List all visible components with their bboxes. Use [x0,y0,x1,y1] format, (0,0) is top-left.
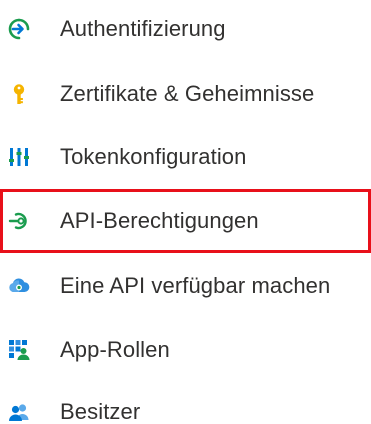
expose-api-cloud-icon [8,275,30,297]
owners-icon [8,401,30,423]
nav-item-label: App-Rollen [60,337,170,362]
nav-item-label: Eine API verfügbar machen [60,273,331,298]
nav-item-label: Besitzer [60,399,141,424]
nav-item-label: Authentifizierung [60,16,226,41]
app-registration-nav-menu: Authentifizierung Zertifikate & Geheimni… [0,0,371,424]
key-icon [8,83,30,105]
authentication-icon [8,18,30,40]
nav-item-label: Zertifikate & Geheimnisse [60,81,315,106]
app-roles-icon [8,339,30,361]
nav-item-authentication[interactable]: Authentifizierung [0,9,371,49]
nav-item-token-configuration[interactable]: Tokenkonfiguration [0,137,371,177]
nav-item-expose-an-api[interactable]: Eine API verfügbar machen [0,266,371,306]
nav-item-app-roles[interactable]: App-Rollen [0,330,371,370]
api-permissions-icon [8,210,30,232]
token-configuration-icon [8,146,30,168]
nav-item-label: API-Berechtigungen [60,208,259,233]
nav-item-api-permissions[interactable]: API-Berechtigungen [0,201,371,241]
nav-item-label: Tokenkonfiguration [60,144,247,169]
nav-item-certificates-secrets[interactable]: Zertifikate & Geheimnisse [0,74,371,114]
nav-item-owners[interactable]: Besitzer [0,392,371,424]
